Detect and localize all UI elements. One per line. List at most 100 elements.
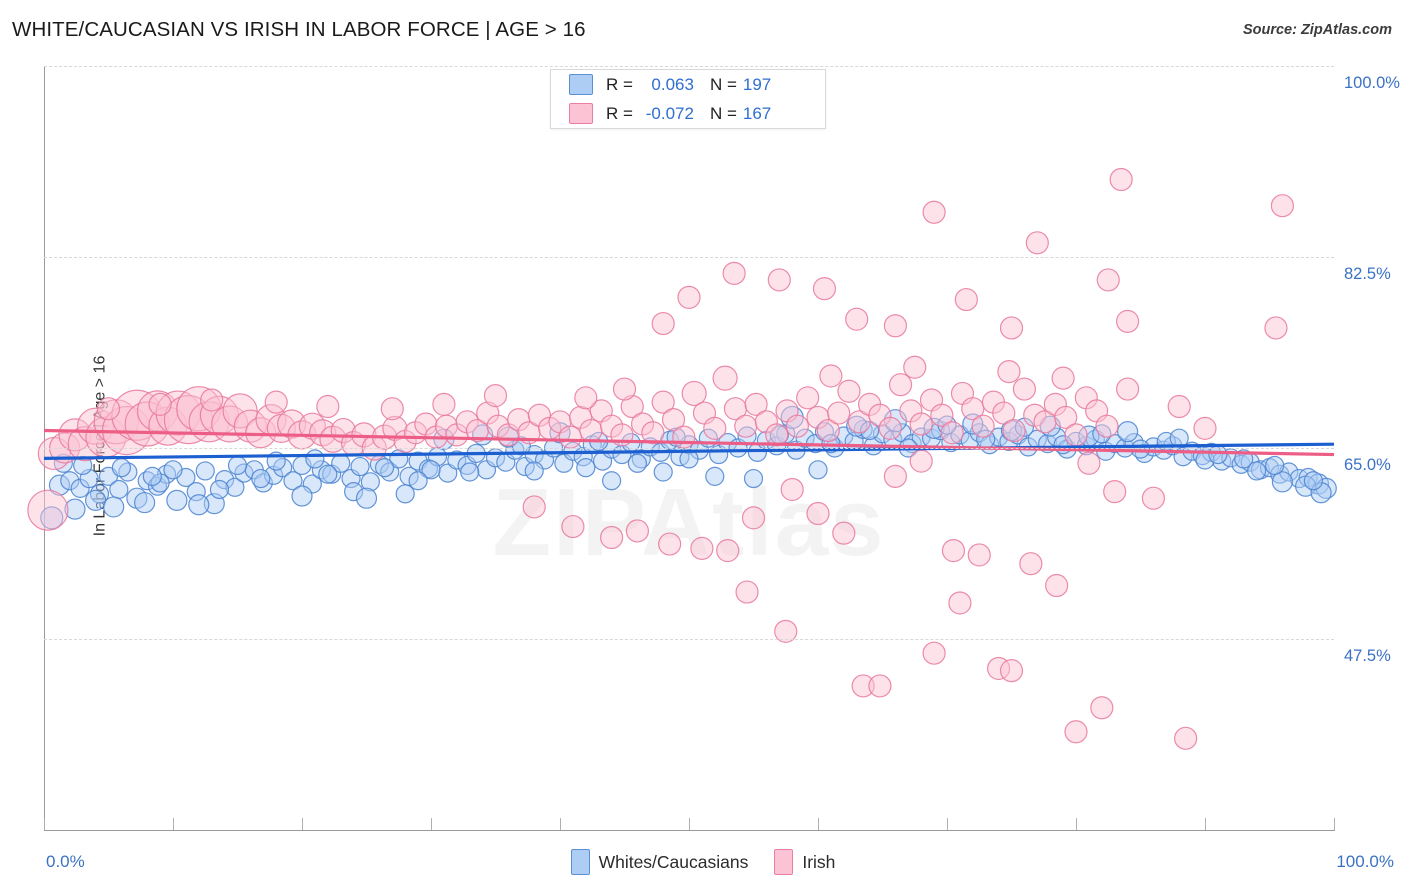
data-point xyxy=(909,412,933,436)
y-axis-label: 100.0% xyxy=(1344,74,1400,92)
data-point xyxy=(574,386,598,410)
stats-n-label-irish: N = xyxy=(709,103,737,123)
data-point xyxy=(827,401,851,425)
data-point xyxy=(878,416,902,440)
data-point xyxy=(200,388,224,412)
data-point xyxy=(672,425,696,449)
data-point xyxy=(722,261,746,285)
data-point xyxy=(735,580,759,604)
data-point xyxy=(561,514,585,539)
data-point xyxy=(909,449,933,473)
x-axis-tick xyxy=(431,818,432,830)
data-point xyxy=(1141,486,1166,510)
data-point xyxy=(1103,480,1127,504)
data-point xyxy=(599,525,624,550)
data-point xyxy=(948,591,972,615)
x-axis-line xyxy=(44,830,1335,831)
data-point xyxy=(812,277,837,301)
data-point xyxy=(355,487,378,509)
x-axis-tick xyxy=(689,818,690,830)
data-point xyxy=(524,461,544,481)
data-point xyxy=(780,477,804,502)
data-point xyxy=(291,485,313,507)
data-point xyxy=(868,674,892,698)
series-legend: Whites/Caucasians Irish xyxy=(0,849,1406,875)
data-point xyxy=(522,495,546,519)
data-point xyxy=(1115,309,1140,333)
data-point xyxy=(1265,455,1285,476)
data-point xyxy=(1167,394,1191,419)
data-point xyxy=(227,455,248,476)
data-point xyxy=(883,314,908,338)
data-point xyxy=(1064,423,1088,447)
data-point xyxy=(997,360,1021,384)
data-point xyxy=(1174,726,1198,750)
data-point xyxy=(743,468,764,489)
data-point xyxy=(883,464,908,488)
data-point xyxy=(558,425,582,449)
data-point xyxy=(767,268,791,292)
data-point xyxy=(1246,461,1267,481)
data-point xyxy=(1303,471,1323,491)
data-point xyxy=(350,456,370,477)
data-point xyxy=(111,458,132,478)
legend-item-irish[interactable]: Irish xyxy=(774,849,835,875)
correlation-stats-box: R = 0.063 N = 197 R = -0.072 N = 167 xyxy=(550,69,826,129)
stats-r-value-whites: 0.063 xyxy=(651,74,694,94)
data-point xyxy=(1096,268,1120,292)
data-point xyxy=(1064,720,1088,744)
legend-label-irish: Irish xyxy=(802,851,836,872)
data-point xyxy=(188,494,210,516)
data-point xyxy=(734,414,758,438)
data-point xyxy=(999,659,1024,683)
stats-n-value-whites: 197 xyxy=(742,74,772,94)
legend-swatch-irish-bottom xyxy=(774,849,794,875)
data-point xyxy=(712,365,738,391)
x-axis-tick xyxy=(302,818,303,830)
data-point xyxy=(1051,366,1075,390)
data-point xyxy=(653,462,673,482)
stats-r-value-irish: -0.072 xyxy=(645,103,694,123)
data-point xyxy=(819,364,843,388)
stats-n-label-whites: N = xyxy=(709,74,737,94)
x-axis-tick xyxy=(560,818,561,830)
data-point xyxy=(888,373,913,397)
data-point xyxy=(1025,231,1049,255)
x-axis-tick xyxy=(44,818,45,830)
stats-r-label-irish: R = xyxy=(606,103,633,123)
data-point xyxy=(1012,377,1037,401)
data-point xyxy=(109,479,129,500)
legend-item-whites[interactable]: Whites/Caucasians xyxy=(570,849,748,875)
data-point xyxy=(251,468,271,489)
gridline xyxy=(44,448,1334,449)
data-point xyxy=(460,462,480,482)
data-point xyxy=(209,479,230,500)
data-point xyxy=(1019,552,1043,576)
data-point xyxy=(1116,421,1139,443)
data-point xyxy=(148,392,172,416)
data-point xyxy=(922,200,946,224)
data-point xyxy=(741,506,766,530)
data-point xyxy=(999,316,1024,340)
data-point xyxy=(808,460,828,480)
stats-n-value-irish: 167 xyxy=(742,103,772,123)
x-axis-tick xyxy=(1334,818,1335,830)
data-point xyxy=(796,386,820,410)
data-point xyxy=(1077,451,1101,475)
data-point xyxy=(612,377,637,401)
stats-row-whites: R = 0.063 N = 197 xyxy=(551,70,825,99)
data-point xyxy=(1090,696,1114,720)
data-point xyxy=(483,384,508,408)
data-point xyxy=(785,414,809,438)
stats-r-label-whites: R = xyxy=(606,74,633,94)
data-point xyxy=(703,416,727,440)
data-point xyxy=(142,466,162,486)
data-point xyxy=(1264,316,1288,340)
data-point xyxy=(1045,573,1069,598)
data-point xyxy=(84,489,107,511)
data-point xyxy=(103,496,125,518)
x-axis-tick xyxy=(1205,818,1206,830)
x-axis-tick xyxy=(1076,818,1077,830)
x-axis-tick xyxy=(947,818,948,830)
legend-swatch-whites-bottom xyxy=(570,849,590,875)
